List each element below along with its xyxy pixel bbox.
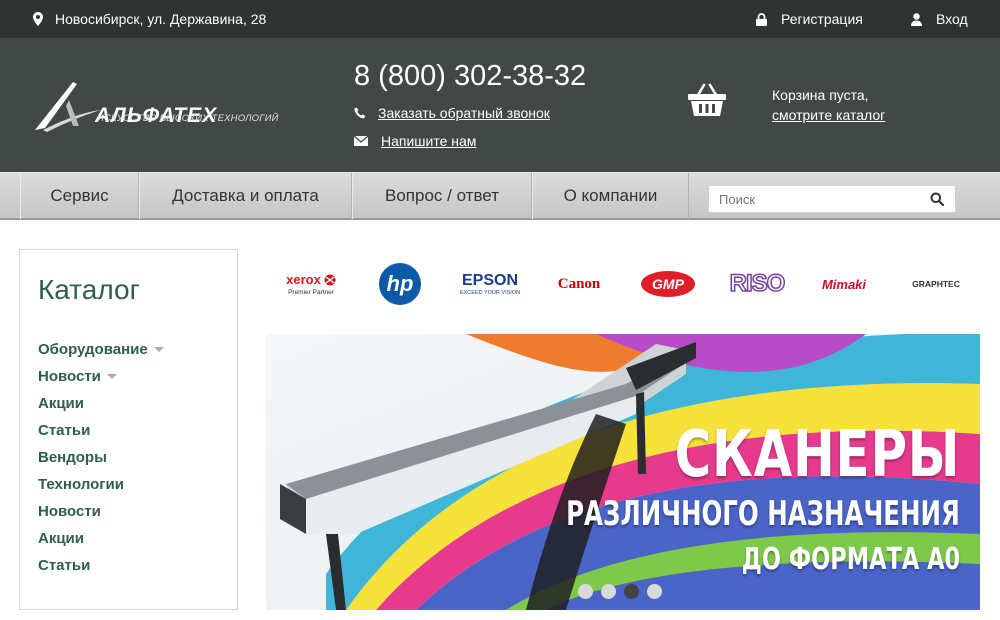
catalog-item-label[interactable]: Статьи [38, 422, 90, 439]
hp-logo-circle: hp [379, 263, 421, 305]
catalog-item-label[interactable]: Статьи [38, 557, 90, 574]
xerox-subtitle: Premier Partner [288, 289, 334, 296]
hp-wordmark: hp [386, 271, 414, 296]
slider-dot-2[interactable] [601, 584, 616, 599]
slider-dot-3[interactable] [624, 584, 639, 599]
brand-mimaki[interactable]: Mimaki [814, 256, 874, 312]
brand-logos: xerox Premier Partner hp EPSON EXCEED YO… [266, 256, 980, 312]
catalog-sidebar: Каталог Оборудование Новости Акции Стать… [19, 249, 238, 610]
address: Новосибирск, ул. Державина, 28 [33, 11, 266, 27]
logo-tagline: ИСКУССТВО ВЫСОКИХ ТЕХНОЛОГИЙ [97, 113, 279, 124]
search-button[interactable] [919, 186, 955, 212]
catalog-item-technologies[interactable]: Технологии [38, 471, 164, 498]
logo[interactable]: АЛЬФАТЕХ ИСКУССТВО ВЫСОКИХ ТЕХНОЛОГИЙ [33, 80, 278, 134]
promo-banner[interactable]: СКАНЕРЫ РАЗЛИЧНОГО НАЗНАЧЕНИЯ ДО ФОРМАТА… [266, 334, 980, 610]
banner-headline: СКАНЕРЫ [674, 418, 960, 492]
epson-subtitle: EXCEED YOUR VISION [459, 290, 521, 296]
logo-emblem-icon [35, 82, 101, 132]
header: АЛЬФАТЕХ ИСКУССТВО ВЫСОКИХ ТЕХНОЛОГИЙ 8 … [0, 38, 1000, 172]
catalog-item-label[interactable]: Технологии [38, 476, 124, 493]
brand-gmp[interactable]: GMP [640, 256, 696, 312]
user-icon [911, 12, 922, 26]
catalog-item-vendors[interactable]: Вендоры [38, 444, 164, 471]
catalog-item-label[interactable]: Новости [38, 368, 101, 385]
lock-icon [756, 12, 767, 26]
top-bar: Новосибирск, ул. Державина, 28 Регистрац… [0, 0, 1000, 38]
brand-xerox[interactable]: xerox Premier Partner [280, 256, 342, 312]
epson-wordmark: EPSON [461, 272, 518, 289]
callback-link[interactable]: Заказать обратный звонок [378, 105, 550, 121]
gmp-logo-ellipse: GMP [641, 271, 695, 297]
catalog-item-articles[interactable]: Статьи [38, 417, 164, 444]
banner-format-text: ДО ФОРМАТА А0 [741, 542, 960, 577]
catalog-item-promos[interactable]: Акции [38, 390, 164, 417]
location-pin-icon [33, 12, 43, 26]
callback-row: Заказать обратный звонок [354, 105, 550, 121]
search-box [708, 185, 956, 213]
nav-item-about[interactable]: О компании [532, 173, 689, 219]
login-link[interactable]: Вход [911, 11, 968, 27]
brand-riso[interactable]: RISO [726, 256, 788, 312]
caret-down-icon[interactable] [153, 347, 164, 352]
banner-subheadline: РАЗЛИЧНОГО НАЗНАЧЕНИЯ [566, 494, 960, 534]
catalog-item-news-2[interactable]: Новости [38, 498, 164, 525]
catalog-item-promos-2[interactable]: Акции [38, 525, 164, 552]
catalog-item-articles-2[interactable]: Статьи [38, 552, 164, 579]
basket-icon[interactable] [688, 83, 726, 117]
catalog-item-label[interactable]: Вендоры [38, 449, 107, 466]
xerox-wordmark: xerox [286, 272, 321, 287]
riso-wordmark: RISO [729, 269, 786, 298]
register-label[interactable]: Регистрация [781, 11, 863, 27]
search-input[interactable] [709, 186, 919, 212]
catalog-title: Каталог [38, 274, 140, 305]
catalog-item-label[interactable]: Акции [38, 395, 84, 412]
phone-number[interactable]: 8 (800) 302-38-32 [354, 60, 586, 93]
xerox-ball-icon [324, 274, 336, 285]
catalog-item-equipment[interactable]: Оборудование [38, 336, 164, 363]
catalog-item-label[interactable]: Оборудование [38, 341, 148, 358]
canon-wordmark: Canon [557, 275, 601, 292]
write-us-row: Напишите нам [354, 133, 476, 149]
brand-canon[interactable]: Canon [550, 256, 608, 312]
nav-item-delivery[interactable]: Доставка и оплата [139, 173, 352, 219]
phone-icon [354, 107, 366, 119]
slider-dot-4[interactable] [647, 584, 662, 599]
register-link[interactable]: Регистрация [756, 11, 863, 27]
login-label[interactable]: Вход [936, 11, 968, 27]
brand-hp[interactable]: hp [378, 256, 422, 312]
mimaki-wordmark: Mimaki [821, 276, 867, 292]
catalog-item-news[interactable]: Новости [38, 363, 164, 390]
write-us-link[interactable]: Напишите нам [381, 133, 476, 149]
slider-dot-1[interactable] [578, 584, 593, 599]
graphtec-wordmark: GRAPHTEC [912, 279, 960, 289]
search-icon [930, 192, 944, 206]
gmp-wordmark: GMP [652, 276, 684, 292]
catalog-item-label[interactable]: Акции [38, 530, 84, 547]
browse-catalog-link[interactable]: смотрите каталог [772, 107, 885, 123]
cart-status: Корзина пуста, смотрите каталог [772, 85, 885, 125]
brand-graphtec[interactable]: GRAPHTEC [906, 256, 966, 312]
catalog-list: Оборудование Новости Акции Статьи Вендор… [38, 336, 164, 579]
slider-dots [578, 584, 670, 599]
nav-item-service[interactable]: Сервис [20, 173, 139, 219]
main-nav: Сервис Доставка и оплата Вопрос / ответ … [0, 172, 1000, 220]
cart-empty-text: Корзина пуста, [772, 87, 869, 103]
brand-epson[interactable]: EPSON EXCEED YOUR VISION [458, 256, 522, 312]
nav-item-faq[interactable]: Вопрос / ответ [352, 173, 532, 219]
address-text: Новосибирск, ул. Державина, 28 [55, 11, 267, 27]
envelope-icon [354, 136, 368, 146]
catalog-item-label[interactable]: Новости [38, 503, 101, 520]
caret-down-icon[interactable] [106, 374, 117, 379]
